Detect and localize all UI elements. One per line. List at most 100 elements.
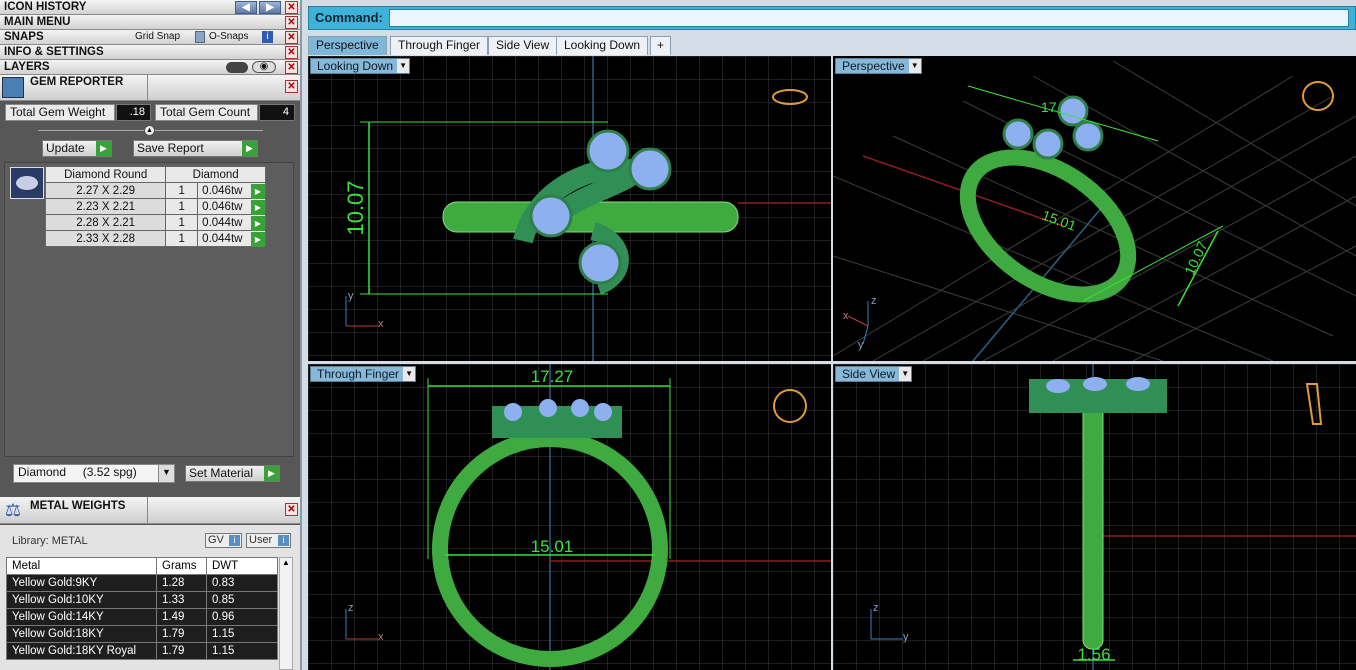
gv-label: GV: [208, 534, 224, 546]
gem-row[interactable]: 2.27 X 2.29 1 0.046tw: [44, 182, 266, 199]
user-label: User: [249, 534, 273, 546]
scroll-up-icon[interactable]: ▲: [280, 558, 292, 567]
gem-qty: 1: [165, 182, 199, 199]
chevron-down-icon: ▼: [899, 367, 912, 381]
metal-dwt: 1.15: [206, 642, 278, 660]
close-icon[interactable]: ✕: [285, 503, 298, 516]
viewport-label-side-view[interactable]: Side View ▼: [835, 366, 913, 382]
close-icon[interactable]: ✕: [285, 31, 298, 44]
update-button[interactable]: Update ▶: [42, 140, 112, 157]
axis-y-label: y: [858, 339, 864, 351]
viewport-through-finger[interactable]: 17.27 15.01 z x Through Finger ▼: [308, 364, 831, 670]
looking-down-canvas: 10.07 y x: [308, 56, 831, 361]
play-icon[interactable]: ▶: [251, 232, 265, 247]
dimension-label: 10.07: [343, 180, 368, 235]
chevron-down-icon: ▼: [158, 465, 174, 482]
round-diamond-icon: [10, 167, 44, 199]
o-snaps-toggle-icon[interactable]: [195, 31, 205, 43]
metal-dwt: 0.96: [206, 608, 278, 626]
tab-label: Perspective: [316, 38, 379, 52]
info-icon: i: [278, 535, 289, 546]
metal-grams: 1.49: [156, 608, 207, 626]
icon-history-bar[interactable]: ICON HISTORY ◀ ▶ ✕: [0, 0, 300, 15]
viewport-side-view[interactable]: 1.56 z y Side View ▼: [833, 364, 1356, 670]
tab-looking-down[interactable]: Looking Down: [556, 36, 649, 55]
axis-x-label: x: [378, 318, 384, 330]
update-label: Update: [46, 141, 85, 155]
metal-dwt: 1.15: [206, 625, 278, 643]
dimension-label: 10.07: [1181, 239, 1210, 278]
close-icon[interactable]: ✕: [285, 1, 298, 14]
gem-row[interactable]: 2.23 X 2.21 1 0.046tw: [44, 198, 266, 215]
metal-row[interactable]: Yellow Gold:10KY 1.33 0.85: [6, 591, 278, 609]
layers-bar[interactable]: LAYERS ◉ ✕: [0, 60, 300, 75]
chevron-down-icon: ▼: [403, 367, 416, 381]
tab-side-view[interactable]: Side View: [488, 36, 558, 55]
save-report-button[interactable]: Save Report ▶: [133, 140, 258, 157]
command-input[interactable]: [389, 9, 1349, 27]
eye-icon[interactable]: ◉: [252, 61, 276, 73]
metal-name: Yellow Gold:18KY: [6, 625, 157, 643]
viewport-perspective[interactable]: 17 15.01 10.07 z x y Perspective ▼: [833, 56, 1356, 361]
metal-row[interactable]: Yellow Gold:18KY Royal 1.79 1.15: [6, 642, 278, 660]
side-view-canvas: 1.56 z y: [833, 364, 1356, 670]
axis-y-label: y: [903, 631, 909, 643]
axis-x-label: x: [843, 310, 849, 322]
metal-row[interactable]: Yellow Gold:9KY 1.28 0.83: [6, 574, 278, 592]
play-icon[interactable]: ▶: [251, 216, 265, 231]
metal-col-header: Metal: [6, 557, 157, 575]
close-icon[interactable]: ✕: [285, 61, 298, 74]
snap-info-icon[interactable]: i: [262, 31, 273, 43]
snaps-title: SNAPS: [4, 31, 44, 43]
set-material-button[interactable]: Set Material ▶: [185, 465, 280, 482]
metal-row[interactable]: Yellow Gold:18KY 1.79 1.15: [6, 625, 278, 643]
forward-arrow-icon[interactable]: ▶: [259, 1, 281, 14]
tab-perspective[interactable]: Perspective: [308, 36, 387, 55]
scale-icon: ⚖: [4, 500, 22, 520]
metal-table-header: Metal Grams DWT: [6, 557, 278, 575]
snaps-bar[interactable]: SNAPS Grid Snap O-Snaps i ✕: [0, 30, 300, 45]
info-settings-title: INFO & SETTINGS: [4, 46, 104, 58]
gem-table-header: Diamond Round Diamond: [44, 166, 266, 183]
gv-toggle[interactable]: GV i: [205, 533, 242, 548]
viewport-label-perspective[interactable]: Perspective ▼: [835, 58, 922, 74]
gem-weight-value: 0.044tw: [202, 216, 243, 229]
library-label: Library: METAL: [12, 535, 88, 547]
user-toggle[interactable]: User i: [246, 533, 291, 548]
collapse-icon[interactable]: ▲: [144, 125, 155, 136]
icon-history-title: ICON HISTORY: [4, 1, 87, 13]
material-select[interactable]: Diamond (3.52 spg) ▼: [13, 464, 175, 483]
o-snaps-label[interactable]: O-Snaps: [209, 30, 248, 44]
scrollbar[interactable]: ▲: [279, 557, 293, 670]
metal-name: Yellow Gold:9KY: [6, 574, 157, 592]
gem-size: 2.28 X 2.21: [44, 214, 167, 231]
viewport-label-looking-down[interactable]: Looking Down ▼: [310, 58, 411, 74]
total-gem-count-value: 4: [259, 104, 295, 121]
add-tab-button[interactable]: +: [650, 36, 672, 55]
play-icon[interactable]: ▶: [251, 200, 265, 215]
gem-row[interactable]: 2.28 X 2.21 1 0.044tw: [44, 214, 266, 231]
tab-label: Through Finger: [398, 38, 481, 52]
gem-row[interactable]: 2.33 X 2.28 1 0.044tw: [44, 230, 266, 247]
viewport-looking-down[interactable]: 10.07 y x Looking Down ▼: [308, 56, 831, 361]
main-menu-title: MAIN MENU: [4, 16, 71, 28]
dimension-label: 17.27: [531, 367, 574, 386]
main-menu-bar[interactable]: MAIN MENU ✕: [0, 15, 300, 30]
grid-snap-label[interactable]: Grid Snap: [135, 30, 180, 44]
perspective-canvas: 17 15.01 10.07 z x y: [833, 60, 1356, 361]
play-icon[interactable]: ▶: [251, 184, 265, 199]
metal-row[interactable]: Yellow Gold:14KY 1.49 0.96: [6, 608, 278, 626]
viewport-name: Side View: [842, 367, 896, 381]
layer-toggle-icon[interactable]: [226, 62, 248, 73]
back-arrow-icon[interactable]: ◀: [235, 1, 257, 14]
viewport-label-through-finger[interactable]: Through Finger ▼: [310, 366, 417, 382]
info-settings-bar[interactable]: INFO & SETTINGS ✕: [0, 45, 300, 60]
tab-through-finger[interactable]: Through Finger: [390, 36, 489, 55]
close-icon[interactable]: ✕: [285, 80, 298, 93]
close-icon[interactable]: ✕: [285, 46, 298, 59]
set-material-label: Set Material: [189, 466, 254, 480]
metal-grams: 1.79: [156, 642, 207, 660]
material-select-value: Diamond (3.52 spg): [18, 465, 137, 479]
close-icon[interactable]: ✕: [285, 16, 298, 29]
gem-size: 2.23 X 2.21: [44, 198, 167, 215]
